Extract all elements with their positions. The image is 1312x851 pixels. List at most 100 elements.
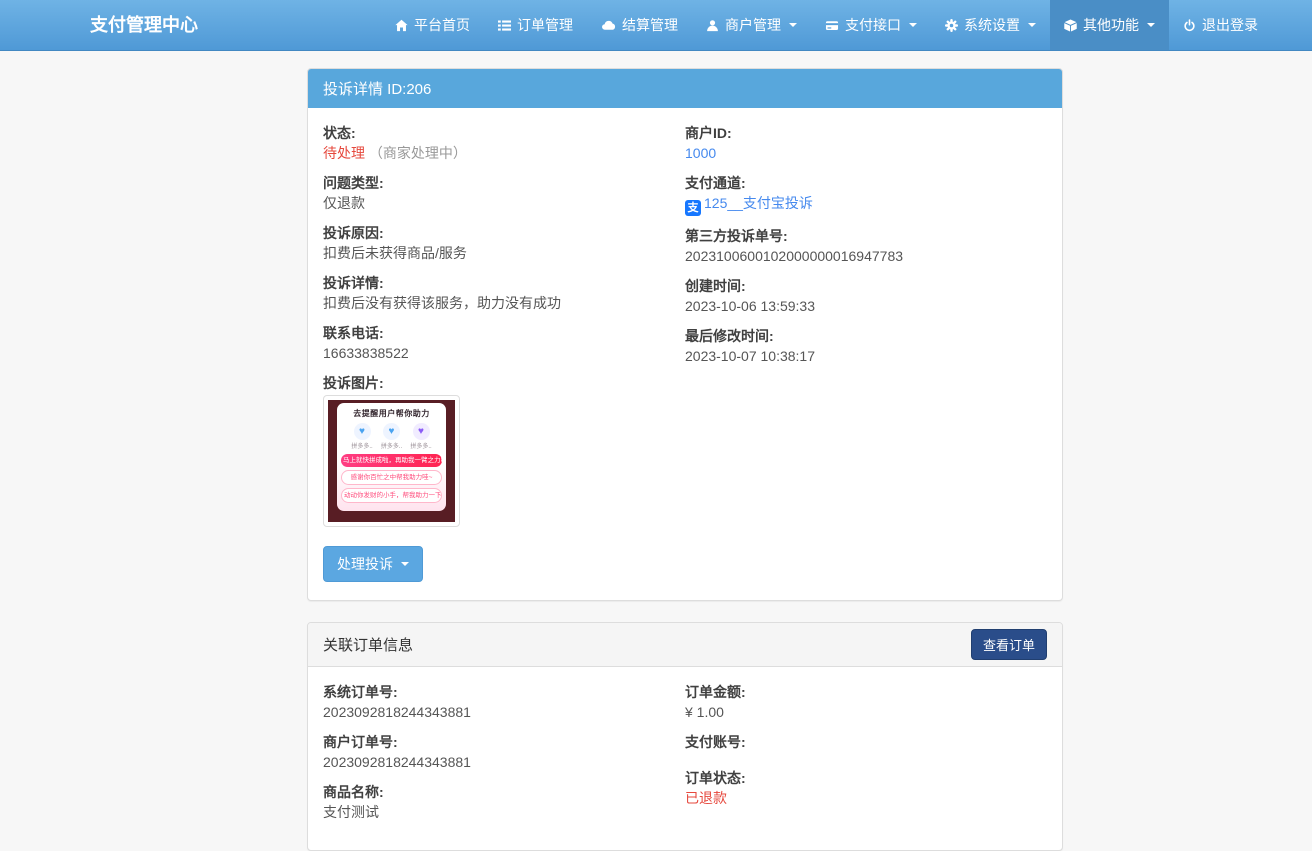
field-modified-time: 最后修改时间: 2023-10-07 10:38:17 (685, 326, 1037, 366)
field-label: 最后修改时间: (685, 328, 774, 344)
alipay-icon: 支 (685, 200, 701, 216)
field-label: 订单金额: (685, 684, 746, 700)
field-merchant-id: 商户ID: 1000 (685, 123, 1037, 163)
field-system-order-no: 系统订单号: 2023092818244343881 (323, 682, 675, 722)
complaint-panel-body: 状态: 待处理 （商家处理中） 问题类型: 仅退款 投诉原因: 扣费后未获得商品… (308, 108, 1062, 600)
nav-item-other-functions[interactable]: 其他功能 (1050, 0, 1169, 50)
complaint-left-column: 状态: 待处理 （商家处理中） 问题类型: 仅退款 投诉原因: 扣费后未获得商品… (323, 123, 685, 582)
chevron-down-icon (909, 23, 917, 27)
thumb-avatar: ♥ 拼多多.. (349, 423, 375, 450)
cloud-icon (601, 19, 616, 32)
field-third-party-complaint-no: 第三方投诉单号: 2023100600102000000016947783 (685, 226, 1037, 266)
nav-item-merchants[interactable]: 商户管理 (692, 0, 811, 50)
nav-item-logout[interactable]: 退出登录 (1169, 0, 1272, 50)
field-product-name: 商品名称: 支付测试 (323, 782, 675, 822)
field-label: 投诉原因: (323, 225, 384, 241)
field-label: 状态: (323, 125, 356, 141)
thumb-bubble: 马上就快拼成啦，再助我一臂之力吧 (341, 454, 442, 468)
complaint-detail-panel: 投诉详情 ID:206 状态: 待处理 （商家处理中） 问题类型: 仅退款 投诉… (307, 68, 1063, 601)
field-label: 支付通道: (685, 175, 746, 191)
field-value: 2023092818244343881 (323, 704, 471, 720)
box-icon (1064, 18, 1077, 32)
heart-icon: ♥ (353, 423, 371, 440)
field-value: 支付测试 (323, 804, 379, 820)
nav-item-home[interactable]: 平台首页 (381, 0, 484, 50)
complaint-panel-title: 投诉详情 ID:206 (308, 69, 1062, 108)
field-complaint-image: 投诉图片: 去提醒用户帮你助力 ♥ 拼多多.. ♥ 拼多多.. ♥ 拼多多.. … (323, 373, 675, 527)
field-value (685, 752, 1037, 758)
nav-item-label: 系统设置 (964, 17, 1020, 33)
nav-item-system-settings[interactable]: 系统设置 (931, 0, 1050, 50)
nav-item-label: 订单管理 (517, 17, 573, 33)
view-order-button[interactable]: 查看订单 (970, 629, 1047, 660)
thumb-avatar: ♥ 拼多多.. (408, 423, 434, 450)
field-merchant-order-no: 商户订单号: 2023092818244343881 (323, 732, 675, 772)
gear-icon (945, 18, 958, 32)
thumb-avatar: ♥ 拼多多.. (379, 423, 405, 450)
nav-item-label: 其他功能 (1083, 17, 1139, 33)
nav-item-settlement[interactable]: 结算管理 (587, 0, 692, 50)
complaint-image: 去提醒用户帮你助力 ♥ 拼多多.. ♥ 拼多多.. ♥ 拼多多.. 马上就快拼成… (328, 400, 455, 522)
user-icon (706, 19, 719, 32)
app-title: 支付管理中心 (90, 15, 198, 35)
field-payment-account: 支付账号: (685, 732, 1037, 758)
field-label: 联系电话: (323, 325, 384, 341)
complaint-right-column: 商户ID: 1000 支付通道: 支 125__支付宝投诉 第三方投诉单号: 20… (685, 123, 1047, 376)
related-order-panel-title: 关联订单信息 (323, 637, 414, 654)
field-label: 投诉图片: (323, 375, 384, 391)
field-value: 2023-10-06 13:59:33 (685, 298, 815, 314)
handle-complaint-button[interactable]: 处理投诉 (323, 546, 423, 582)
field-order-amount: 订单金额: ¥ 1.00 (685, 682, 1037, 722)
main-content: 投诉详情 ID:206 状态: 待处理 （商家处理中） 问题类型: 仅退款 投诉… (307, 51, 1063, 851)
field-complaint-reason: 投诉原因: 扣费后未获得商品/服务 (323, 223, 675, 263)
nav-item-label: 结算管理 (622, 17, 678, 33)
field-label: 投诉详情: (323, 275, 384, 291)
field-label: 第三方投诉单号: (685, 228, 788, 244)
chevron-down-icon (789, 23, 797, 27)
field-value: 仅退款 (323, 195, 365, 211)
home-icon (395, 19, 408, 32)
nav-item-label: 支付接口 (845, 17, 901, 33)
merchant-id-link[interactable]: 1000 (685, 145, 716, 161)
nav-item-label: 商户管理 (725, 17, 781, 33)
field-payment-channel: 支付通道: 支 125__支付宝投诉 (685, 173, 1037, 216)
status-note: （商家处理中） (368, 145, 467, 161)
power-icon (1183, 18, 1196, 32)
complaint-image-thumbnail[interactable]: 去提醒用户帮你助力 ♥ 拼多多.. ♥ 拼多多.. ♥ 拼多多.. 马上就快拼成… (323, 395, 460, 527)
heart-icon: ♥ (383, 423, 400, 440)
field-contact-phone: 联系电话: 16633838522 (323, 323, 675, 363)
nav-item-orders[interactable]: 订单管理 (484, 0, 587, 50)
order-right-column: 订单金额: ¥ 1.00 支付账号: 订单状态: 已退款 (685, 682, 1047, 818)
field-value: 扣费后未获得商品/服务 (323, 245, 467, 261)
field-label: 支付账号: (685, 734, 746, 750)
nav-item-payment-interfaces[interactable]: 支付接口 (811, 0, 931, 50)
field-value: 2023092818244343881 (323, 754, 471, 770)
field-label: 订单状态: (685, 770, 746, 786)
field-label: 商品名称: (323, 784, 384, 800)
nav-item-label: 退出登录 (1202, 17, 1258, 33)
thumb-bubble: 感谢你百忙之中帮我助力哇~ (341, 470, 442, 486)
field-value: 2023100600102000000016947783 (685, 248, 904, 264)
thumb-bubble: 动动你发财的小手，帮我助力一下趴 (341, 488, 442, 504)
credit-card-icon (825, 19, 839, 32)
payment-channel-link[interactable]: 125__支付宝投诉 (704, 195, 813, 211)
field-value: 16633838522 (323, 345, 409, 361)
field-complaint-detail: 投诉详情: 扣费后没有获得该服务，助力没有成功 (323, 273, 675, 313)
order-status-badge: 已退款 (685, 790, 727, 806)
field-label: 创建时间: (685, 278, 746, 294)
navbar-menu: 平台首页 订单管理 结算管理 商户管理 支付接口 系统设置 其他功能 退出登录 (381, 0, 1272, 50)
thumb-title: 去提醒用户帮你助力 (353, 409, 430, 418)
field-created-time: 创建时间: 2023-10-06 13:59:33 (685, 276, 1037, 316)
list-icon (498, 19, 511, 32)
related-order-panel: 关联订单信息 查看订单 系统订单号: 2023092818244343881 商… (307, 622, 1063, 851)
chevron-down-icon (401, 562, 409, 566)
chevron-down-icon (1028, 23, 1036, 27)
order-left-column: 系统订单号: 2023092818244343881 商户订单号: 202309… (323, 682, 685, 832)
top-navbar: 支付管理中心 平台首页 订单管理 结算管理 商户管理 支付接口 系统设置 其他功… (0, 0, 1312, 51)
field-label: 商户ID: (685, 125, 732, 141)
field-issue-type: 问题类型: 仅退款 (323, 173, 675, 213)
status-badge: 待处理 (323, 145, 365, 161)
field-status: 状态: 待处理 （商家处理中） (323, 123, 675, 163)
field-label: 商户订单号: (323, 734, 398, 750)
heart-icon: ♥ (412, 423, 430, 440)
